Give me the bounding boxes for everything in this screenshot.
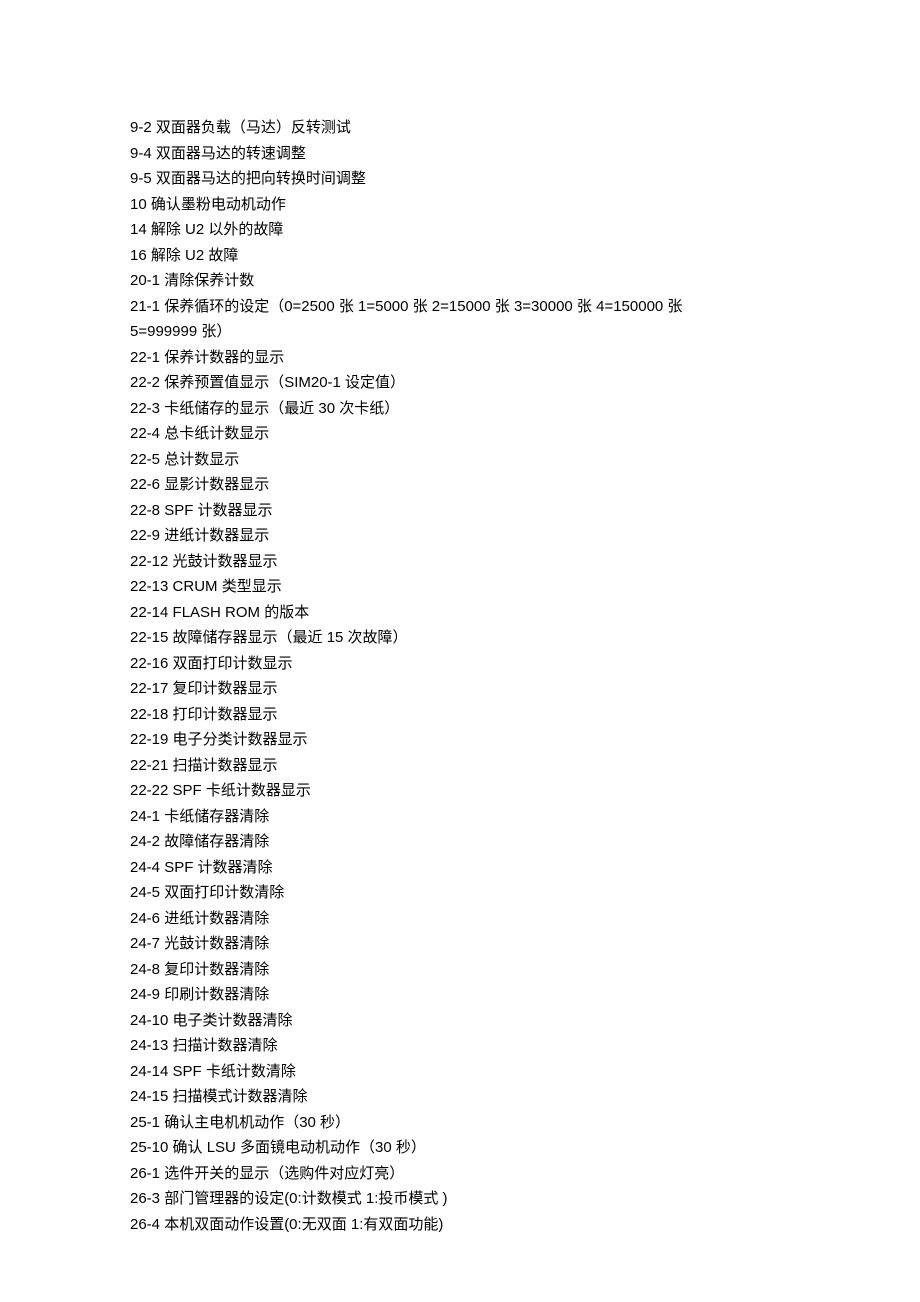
text-line: 22-3 卡纸储存的显示（最近 30 次卡纸） <box>130 396 790 422</box>
text-line: 9-5 双面器马达的把向转换时间调整 <box>130 166 790 192</box>
text-line: 26-3 部门管理器的设定(0:计数模式 1:投币模式 ) <box>130 1186 790 1212</box>
text-line: 22-8 SPF 计数器显示 <box>130 498 790 524</box>
text-line: 24-6 进纸计数器清除 <box>130 906 790 932</box>
text-line: 24-10 电子类计数器清除 <box>130 1008 790 1034</box>
text-line: 25-10 确认 LSU 多面镜电动机动作（30 秒） <box>130 1135 790 1161</box>
text-line: 24-5 双面打印计数清除 <box>130 880 790 906</box>
text-line: 9-2 双面器负载（马达）反转测试 <box>130 115 790 141</box>
text-line: 24-9 印刷计数器清除 <box>130 982 790 1008</box>
text-line: 22-1 保养计数器的显示 <box>130 345 790 371</box>
text-line: 5=999999 张） <box>130 319 790 345</box>
text-line: 22-21 扫描计数器显示 <box>130 753 790 779</box>
text-line: 24-2 故障储存器清除 <box>130 829 790 855</box>
text-line: 24-1 卡纸储存器清除 <box>130 804 790 830</box>
text-line: 22-5 总计数显示 <box>130 447 790 473</box>
text-line: 21-1 保养循环的设定（0=2500 张 1=5000 张 2=15000 张… <box>130 294 790 320</box>
text-line: 24-8 复印计数器清除 <box>130 957 790 983</box>
text-line: 24-15 扫描模式计数器清除 <box>130 1084 790 1110</box>
text-line: 22-18 打印计数器显示 <box>130 702 790 728</box>
text-line: 9-4 双面器马达的转速调整 <box>130 141 790 167</box>
text-line: 22-14 FLASH ROM 的版本 <box>130 600 790 626</box>
text-line: 24-4 SPF 计数器清除 <box>130 855 790 881</box>
text-line: 22-6 显影计数器显示 <box>130 472 790 498</box>
text-line: 16 解除 U2 故障 <box>130 243 790 269</box>
text-line: 22-22 SPF 卡纸计数器显示 <box>130 778 790 804</box>
text-line: 22-9 进纸计数器显示 <box>130 523 790 549</box>
text-line: 24-14 SPF 卡纸计数清除 <box>130 1059 790 1085</box>
text-line: 26-4 本机双面动作设置(0:无双面 1:有双面功能) <box>130 1212 790 1238</box>
text-line: 22-19 电子分类计数器显示 <box>130 727 790 753</box>
text-line: 24-13 扫描计数器清除 <box>130 1033 790 1059</box>
text-line: 22-12 光鼓计数器显示 <box>130 549 790 575</box>
text-line: 24-7 光鼓计数器清除 <box>130 931 790 957</box>
text-line: 20-1 清除保养计数 <box>130 268 790 294</box>
text-line: 26-1 选件开关的显示（选购件对应灯亮） <box>130 1161 790 1187</box>
text-line: 22-4 总卡纸计数显示 <box>130 421 790 447</box>
text-line: 22-17 复印计数器显示 <box>130 676 790 702</box>
text-line: 25-1 确认主电机机动作（30 秒） <box>130 1110 790 1136</box>
text-line: 10 确认墨粉电动机动作 <box>130 192 790 218</box>
text-line: 14 解除 U2 以外的故障 <box>130 217 790 243</box>
text-line: 22-13 CRUM 类型显示 <box>130 574 790 600</box>
text-line: 22-15 故障储存器显示（最近 15 次故障） <box>130 625 790 651</box>
text-line: 22-16 双面打印计数显示 <box>130 651 790 677</box>
document-page: 9-2 双面器负载（马达）反转测试 9-4 双面器马达的转速调整 9-5 双面器… <box>0 0 920 1302</box>
text-line: 22-2 保养预置值显示（SIM20-1 设定值） <box>130 370 790 396</box>
